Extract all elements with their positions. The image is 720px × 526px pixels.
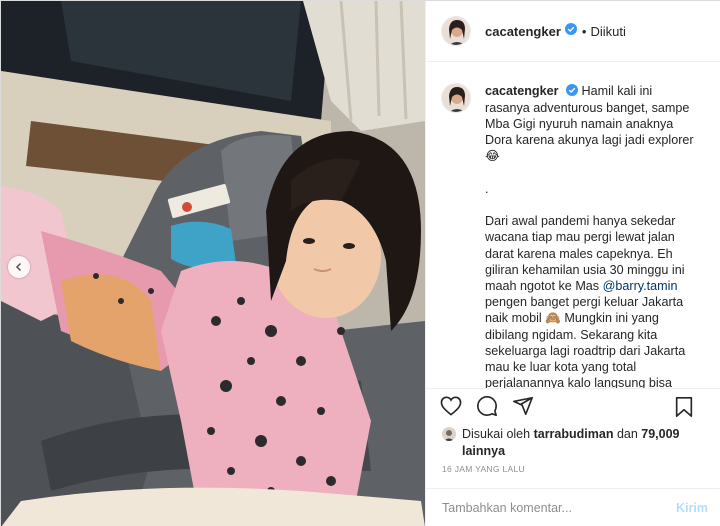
action-bar (426, 388, 720, 428)
likes-middle: dan (613, 427, 642, 441)
post-dialog: cacatengker • Diikuti cacatengker Hamil … (0, 0, 720, 526)
heart-icon (440, 396, 462, 421)
author-username[interactable]: cacatengker (485, 24, 561, 39)
post-side-panel: cacatengker • Diikuti cacatengker Hamil … (425, 1, 720, 526)
liker-avatar[interactable] (442, 427, 456, 441)
separator-dot: • (581, 23, 587, 39)
comment-bar: Kirim (426, 488, 720, 526)
save-button[interactable] (672, 396, 696, 423)
chevron-left-icon (14, 262, 24, 272)
comment-button[interactable] (475, 395, 499, 422)
likes-prefix: Disukai oleh (462, 427, 534, 441)
post-timestamp[interactable]: 16 JAM YANG LALU (442, 464, 525, 474)
author-avatar[interactable] (441, 16, 471, 46)
caption-author-avatar[interactable] (441, 83, 471, 113)
comment-input[interactable] (442, 501, 662, 515)
comment-bubble-icon (476, 395, 498, 422)
caption-body-part1: Hamil kali ini rasanya adventurous bange… (485, 84, 694, 293)
caption-text: cacatengker Hamil kali ini rasanya adven… (485, 83, 697, 388)
verified-badge-icon (564, 22, 577, 40)
carousel-prev-button[interactable] (8, 256, 30, 278)
post-header: cacatengker • Diikuti (426, 1, 720, 62)
bookmark-icon (674, 396, 694, 423)
likes-summary: Disukai oleh tarrabudiman dan 79,009 lai… (426, 426, 720, 460)
caption-verified-badge-icon (566, 83, 579, 100)
like-button[interactable] (439, 396, 463, 421)
caption-area: cacatengker Hamil kali ini rasanya adven… (426, 63, 720, 388)
caption-body-part2: pengen banget pergi keluar Jakarta naik … (485, 295, 686, 388)
mention-link[interactable]: @barry.tamin (603, 279, 678, 293)
paper-plane-icon (512, 395, 534, 422)
share-button[interactable] (511, 395, 535, 422)
likes-text: Disukai oleh tarrabudiman dan 79,009 lai… (462, 426, 692, 460)
post-comment-button[interactable]: Kirim (676, 501, 708, 515)
liker-username[interactable]: tarrabudiman (534, 427, 614, 441)
follow-status-button[interactable]: Diikuti (590, 24, 625, 39)
post-image (1, 1, 425, 526)
post-photo (1, 1, 425, 526)
caption-username[interactable]: cacatengker (485, 84, 559, 98)
